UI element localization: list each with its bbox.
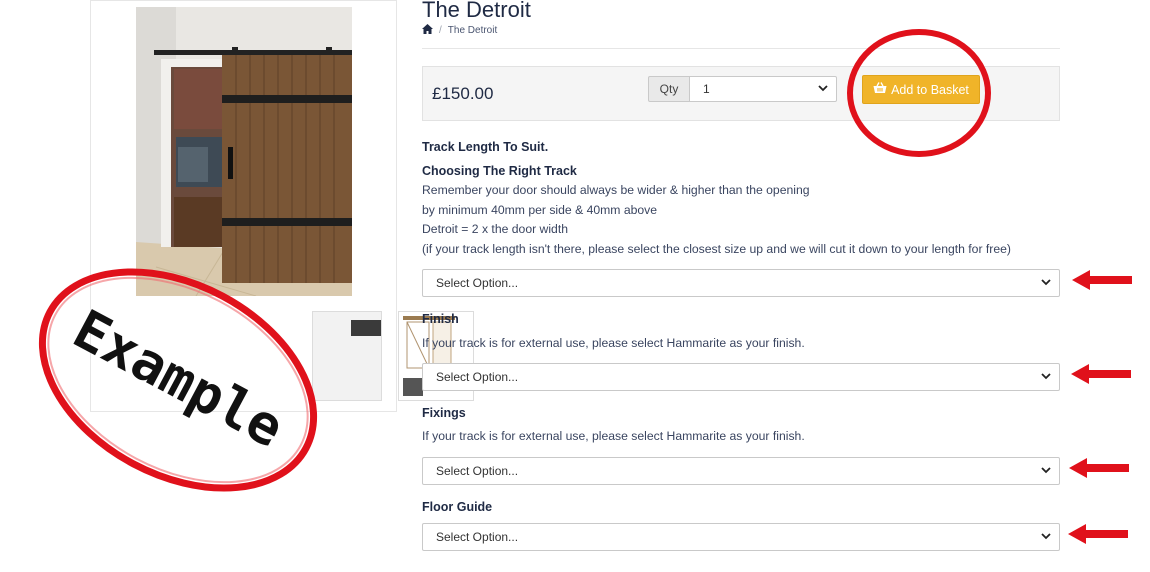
floor-guide-heading: Floor Guide bbox=[422, 500, 493, 514]
finish-select[interactable]: Select Option... bbox=[422, 363, 1060, 391]
basket-icon bbox=[873, 82, 887, 97]
thumbnail-door[interactable] bbox=[312, 311, 382, 401]
chevron-down-icon bbox=[1041, 531, 1051, 543]
home-icon[interactable] bbox=[422, 24, 433, 37]
arrow-left-icon bbox=[1068, 524, 1128, 544]
breadcrumb-separator: / bbox=[439, 25, 442, 36]
track-length-select-value: Select Option... bbox=[436, 276, 519, 290]
add-to-basket-button[interactable]: Add to Basket bbox=[862, 75, 980, 104]
track-info-line-2: by minimum 40mm per side & 40mm above bbox=[422, 203, 658, 217]
breadcrumb-current[interactable]: The Detroit bbox=[448, 25, 497, 36]
divider bbox=[422, 48, 1060, 49]
track-length-select[interactable]: Select Option... bbox=[422, 269, 1060, 297]
quantity-value: 1 bbox=[703, 82, 710, 96]
fixings-select[interactable]: Select Option... bbox=[422, 457, 1060, 485]
track-length-heading: Track Length To Suit. bbox=[422, 140, 549, 154]
chevron-down-icon bbox=[1041, 371, 1051, 383]
fixings-heading: Fixings bbox=[422, 406, 466, 420]
chevron-down-icon bbox=[818, 83, 828, 95]
fixings-select-value: Select Option... bbox=[436, 464, 519, 478]
thumbnail-door-image bbox=[313, 312, 381, 400]
add-to-basket-label: Add to Basket bbox=[891, 82, 969, 97]
chevron-down-icon bbox=[1041, 465, 1051, 477]
breadcrumb: / The Detroit bbox=[422, 24, 497, 37]
product-gallery bbox=[90, 0, 474, 412]
purchase-box: £150.00 Qty 1 Add to Basket bbox=[422, 66, 1060, 121]
finish-heading: Finish bbox=[422, 312, 459, 326]
quantity-select[interactable]: 1 bbox=[689, 76, 837, 102]
fixings-note: If your track is for external use, pleas… bbox=[422, 429, 805, 443]
arrow-left-icon bbox=[1072, 270, 1132, 290]
product-title: The Detroit bbox=[422, 0, 531, 22]
finish-note: If your track is for external use, pleas… bbox=[422, 336, 805, 350]
qty-label: Qty bbox=[648, 76, 690, 102]
barn-door-photo bbox=[136, 7, 352, 296]
chevron-down-icon bbox=[1041, 277, 1051, 289]
floor-guide-select-value: Select Option... bbox=[436, 530, 519, 544]
track-info-line-4: (if your track length isn't there, pleas… bbox=[422, 242, 1011, 256]
main-product-image[interactable] bbox=[136, 7, 352, 296]
finish-select-value: Select Option... bbox=[436, 370, 519, 384]
choosing-track-heading: Choosing The Right Track bbox=[422, 164, 577, 178]
track-info-line-1: Remember your door should always be wide… bbox=[422, 183, 810, 197]
product-price: £150.00 bbox=[432, 84, 494, 103]
floor-guide-select[interactable]: Select Option... bbox=[422, 523, 1060, 551]
track-info-line-3: Detroit = 2 x the door width bbox=[422, 222, 568, 236]
arrow-left-icon bbox=[1069, 458, 1129, 478]
arrow-left-icon bbox=[1071, 364, 1131, 384]
